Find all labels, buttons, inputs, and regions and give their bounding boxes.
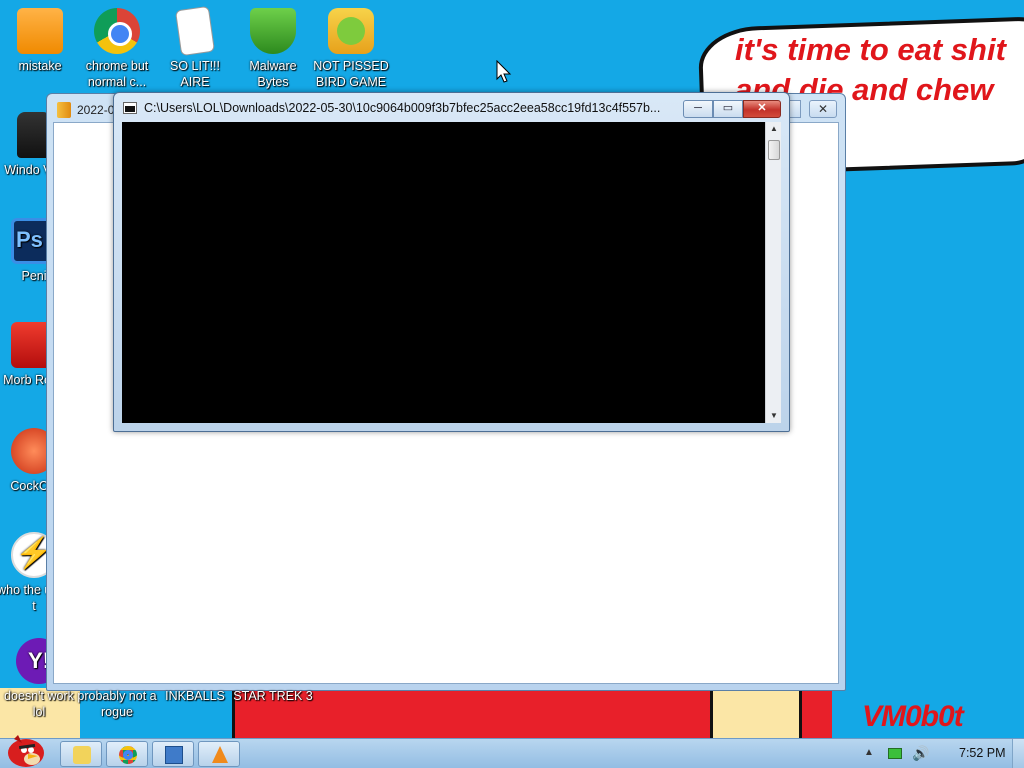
desktop-icon-label: INKBALLS	[165, 689, 225, 703]
desktop-icon-label: Malware Bytes	[249, 59, 297, 89]
console-window-title: C:\Users\LOL\Downloads\2022-05-30\10c906…	[144, 101, 661, 115]
angry-bird-icon	[8, 735, 44, 767]
desktop-icon-rogue[interactable]: probably not a rogue	[77, 688, 157, 720]
scroll-down-arrow-icon[interactable]: ▼	[766, 409, 782, 423]
vertical-scrollbar[interactable]: ▲ ▼	[765, 122, 781, 423]
desktop-icon-label: STAR TREK 3	[233, 689, 313, 703]
playing-card-icon	[174, 5, 216, 57]
desktop-icon-label: mistake	[18, 59, 62, 73]
taskbar-item-explorer[interactable]	[60, 741, 102, 767]
folder-settings-icon	[17, 8, 63, 54]
chrome-icon	[119, 746, 137, 764]
wallpaper-skin-shape	[710, 688, 802, 740]
minimize-button[interactable]: ─	[683, 100, 713, 118]
close-button[interactable]: ✕	[743, 100, 781, 118]
explorer-icon	[73, 746, 91, 764]
vlc-icon	[212, 746, 228, 763]
taskbar: ▲ 🔊 7:52 PM	[0, 735, 1024, 768]
desktop-icon-label: SO LIT!!! AIRE	[169, 59, 220, 89]
console-output-area[interactable]	[122, 122, 765, 423]
desktop-icon-chrome[interactable]: chrome but normal c...	[77, 8, 157, 90]
close-button[interactable]: ✕	[809, 100, 837, 118]
taskbar-item-chrome[interactable]	[106, 741, 148, 767]
desktop-icon-malwarebytes[interactable]: Malware Bytes	[233, 8, 313, 90]
wallpaper-signature: VM0b0t	[862, 700, 964, 733]
window-app-icon	[57, 102, 71, 118]
start-button[interactable]	[2, 733, 50, 768]
desktop-icon-mistake[interactable]: mistake	[0, 8, 80, 74]
desktop-icon-star-trek[interactable]: STAR TREK 3	[233, 688, 313, 704]
taskbar-item-vlc[interactable]	[198, 741, 240, 767]
desktop-icon-bird-game[interactable]: NOT PISSED BIRD GAME	[311, 8, 391, 90]
chrome-icon	[94, 8, 140, 54]
show-hidden-icons-chevron-icon[interactable]: ▲	[864, 747, 874, 758]
volume-icon[interactable]: 🔊	[912, 745, 929, 762]
system-tray: ▲ 🔊 7:52 PM	[854, 739, 1024, 768]
show-desktop-button[interactable]	[1012, 739, 1024, 768]
desktop-icon-inkballs[interactable]: INKBALLS	[155, 688, 235, 704]
shield-check-icon	[250, 8, 296, 54]
scrollbar-thumb[interactable]	[768, 140, 780, 160]
desktop-icon-label: chrome but normal c...	[85, 59, 149, 89]
green-pig-icon	[328, 8, 374, 54]
console-window[interactable]: C:\Users\LOL\Downloads\2022-05-30\10c906…	[113, 92, 790, 432]
desktop-icon-solitaire[interactable]: SO LIT!!! AIRE	[155, 5, 235, 90]
maximize-button[interactable]: ▭	[713, 100, 743, 118]
clock[interactable]: 7:52 PM	[959, 746, 1006, 760]
window-title: 2022-0	[77, 103, 115, 117]
network-icon[interactable]	[888, 748, 902, 759]
taskbar-item-cmd[interactable]	[152, 741, 194, 767]
cmd-icon	[165, 746, 183, 764]
desktop-icon-label: NOT PISSED BIRD GAME	[313, 59, 389, 89]
desktop-icon-label: probably not a rogue	[77, 689, 157, 719]
desktop-icon-label: doesn't work lol	[4, 689, 74, 719]
console-app-icon	[123, 102, 137, 114]
bubble-line: it's time to eat shit	[735, 32, 1006, 67]
scroll-up-arrow-icon[interactable]: ▲	[766, 122, 782, 136]
